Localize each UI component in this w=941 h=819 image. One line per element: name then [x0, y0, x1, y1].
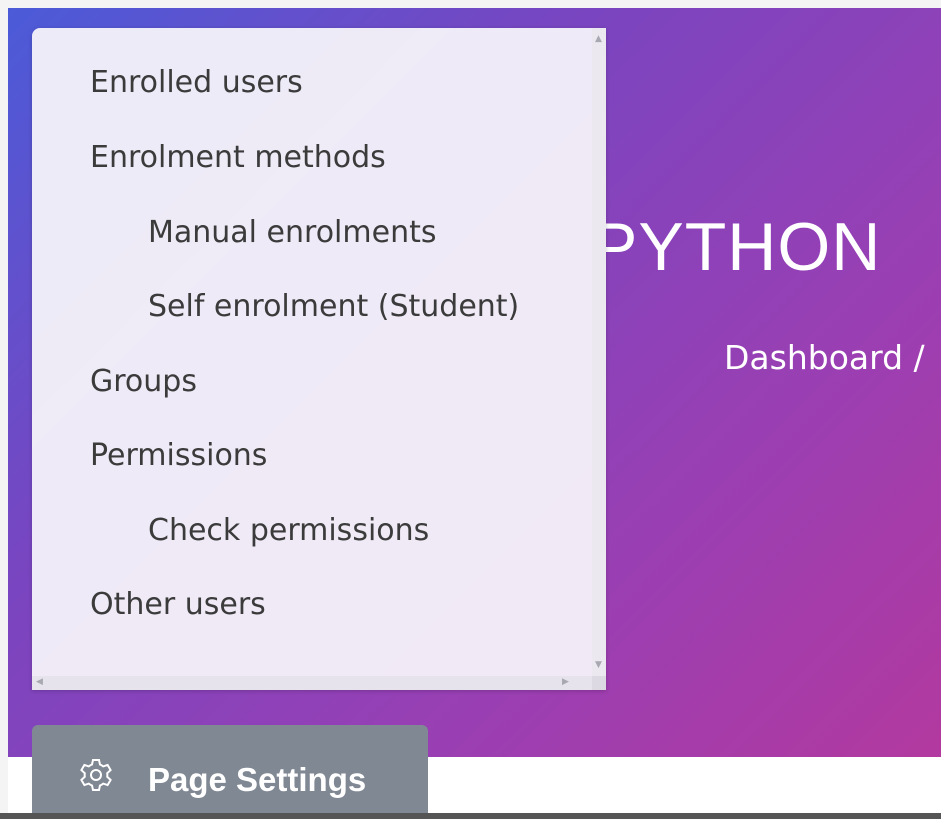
menu-item-self-enrolment[interactable]: Self enrolment (Student)	[148, 289, 519, 324]
page-settings-label: Page Settings	[148, 761, 367, 798]
menu-item-check-permissions[interactable]: Check permissions	[148, 513, 429, 548]
window-frame-left	[0, 0, 8, 819]
scroll-up-arrow-icon[interactable]: ▲	[595, 34, 602, 44]
scrollbar-corner	[592, 676, 606, 690]
course-title: PYTHON	[592, 209, 882, 285]
page-settings-button[interactable]: Page Settings	[32, 725, 428, 817]
menu-item-manual-enrolments[interactable]: Manual enrolments	[148, 215, 436, 250]
menu-item-enrolment-methods[interactable]: Enrolment methods	[90, 140, 386, 175]
window-frame-bottom	[0, 813, 941, 819]
menu-list: Enrolled users Enrolment methods Manual …	[32, 28, 592, 676]
menu-item-other-users[interactable]: Other users	[90, 587, 266, 622]
menu-item-permissions[interactable]: Permissions	[90, 438, 267, 473]
breadcrumb[interactable]: Dashboard /	[724, 338, 925, 377]
menu-item-enrolled-users[interactable]: Enrolled users	[90, 65, 303, 100]
scroll-right-arrow-icon[interactable]: ▶	[562, 677, 569, 687]
page-settings-menu: Enrolled users Enrolment methods Manual …	[32, 28, 606, 690]
window-frame-top	[0, 0, 941, 8]
gear-icon	[80, 759, 112, 791]
scroll-left-arrow-icon[interactable]: ◀	[36, 677, 43, 687]
menu-item-groups[interactable]: Groups	[90, 364, 197, 399]
vertical-scrollbar[interactable]: ▲ ▼	[592, 28, 606, 676]
horizontal-scrollbar[interactable]: ◀ ▶	[32, 676, 606, 690]
scroll-down-arrow-icon[interactable]: ▼	[595, 660, 602, 670]
